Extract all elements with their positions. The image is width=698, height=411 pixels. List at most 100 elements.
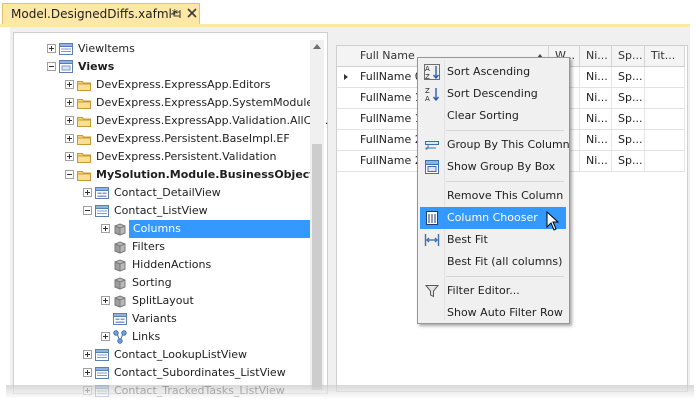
- tree-node[interactable]: Views: [47, 58, 347, 76]
- menu-separator: [446, 276, 564, 277]
- window-shadow: [6, 385, 694, 399]
- scroll-up-arrow-icon[interactable]: [313, 44, 321, 49]
- detail-view-icon: [94, 185, 110, 201]
- tree-node-label: Sorting: [132, 276, 172, 289]
- table-cell[interactable]: Ni...: [580, 88, 612, 108]
- column-header[interactable]: Tit...: [645, 46, 685, 66]
- expand-plus-icon[interactable]: [65, 116, 74, 125]
- expand-plus-icon[interactable]: [101, 296, 110, 305]
- svg-text:Z: Z: [425, 73, 430, 80]
- tree-node-label: Links: [132, 330, 161, 343]
- tree-node[interactable]: ViewItems: [47, 40, 347, 58]
- svg-text:A: A: [425, 65, 430, 73]
- menu-item-label: Group By This Column: [447, 138, 570, 151]
- expand-plus-icon[interactable]: [101, 332, 110, 341]
- table-cell[interactable]: Ni...: [580, 151, 612, 171]
- column-chooser-icon: [424, 210, 440, 226]
- folder-icon: [76, 131, 92, 147]
- menu-item-label: Filter Editor...: [447, 284, 520, 297]
- tree-vertical-scrollbar[interactable]: [310, 40, 324, 390]
- filter-icon: [424, 283, 440, 299]
- scrollbar-thumb[interactable]: [312, 144, 322, 390]
- expand-plus-icon[interactable]: [83, 368, 92, 377]
- tree-node-label: DevExpress.ExpressApp.SystemModule: [96, 96, 314, 109]
- cube-icon: [112, 293, 128, 309]
- folder-icon: [76, 167, 92, 183]
- document-tab[interactable]: Model.DesignedDiffs.xafml*: [2, 3, 200, 25]
- menu-item-group-by-this-column[interactable]: Group By This Column: [420, 134, 570, 156]
- menu-item-column-chooser[interactable]: Column Chooser: [420, 207, 566, 229]
- menu-item-label: Clear Sorting: [447, 109, 519, 122]
- pin-icon[interactable]: [171, 8, 183, 20]
- expand-plus-icon[interactable]: [65, 80, 74, 89]
- table-cell[interactable]: Sp...: [612, 130, 645, 150]
- list-view-icon: [94, 347, 110, 363]
- column-context-menu: A Z Sort Ascending Z A Sort Descending Clear S…: [417, 57, 570, 324]
- expand-plus-icon[interactable]: [101, 224, 110, 233]
- close-icon[interactable]: [187, 8, 197, 18]
- table-cell[interactable]: Ni...: [580, 109, 612, 129]
- expand-plus-icon[interactable]: [83, 350, 92, 359]
- menu-item-show-group-by-box[interactable]: Show Group By Box: [420, 156, 566, 178]
- menu-separator: [446, 181, 564, 182]
- table-cell[interactable]: Sp...: [612, 88, 645, 108]
- document-tab-title: Model.DesignedDiffs.xafml*: [11, 7, 178, 21]
- expand-plus-icon[interactable]: [65, 152, 74, 161]
- tree-node-label: Contact_DetailView: [114, 186, 221, 199]
- folder-icon: [76, 113, 92, 129]
- menu-item-remove-this-column[interactable]: Remove This Column: [420, 185, 566, 207]
- group-by-column-icon: [424, 137, 440, 153]
- table-cell[interactable]: Sp...: [612, 109, 645, 129]
- menu-item-show-auto-filter-row[interactable]: Show Auto Filter Row: [420, 302, 566, 324]
- expand-plus-icon[interactable]: [65, 98, 74, 107]
- tree-node-label: Contact_Subordinates_ListView: [114, 366, 286, 379]
- menu-item-best-fit-all-columns[interactable]: Best Fit (all columns): [420, 251, 566, 273]
- table-cell[interactable]: [645, 130, 685, 150]
- folder-icon: [76, 77, 92, 93]
- table-cell[interactable]: [645, 109, 685, 129]
- table-cell[interactable]: [645, 151, 685, 171]
- column-header[interactable]: Ni...: [580, 46, 612, 66]
- table-cell[interactable]: [645, 67, 685, 87]
- menu-item-clear-sorting[interactable]: Clear Sorting: [420, 105, 566, 127]
- table-cell[interactable]: Sp...: [612, 67, 645, 87]
- links-icon: [112, 329, 128, 345]
- list-view-icon: [94, 365, 110, 381]
- tree-node-label: Variants: [132, 312, 177, 325]
- sort-ascending-icon: AZ: [424, 64, 440, 81]
- table-cell[interactable]: [645, 88, 685, 108]
- collapse-minus-icon[interactable]: [47, 62, 56, 71]
- focused-row-indicator-icon: [337, 67, 353, 87]
- collapse-minus-icon[interactable]: [83, 206, 92, 215]
- menu-item-filter-editor[interactable]: Filter Editor...: [420, 280, 566, 302]
- menu-item-label: Sort Ascending: [447, 65, 531, 78]
- best-fit-icon: [424, 232, 440, 248]
- document-tab-strip: Model.DesignedDiffs.xafml*: [0, 0, 690, 25]
- menu-item-sort-ascending[interactable]: A Z Sort Ascending: [420, 61, 566, 83]
- menu-item-label: Sort Descending: [447, 87, 538, 100]
- list-view-icon: [94, 203, 110, 219]
- tree-node-label: Contact_ListView: [114, 204, 208, 217]
- menu-item-best-fit[interactable]: Best Fit: [420, 229, 566, 251]
- menu-item-label: Best Fit: [447, 233, 488, 246]
- table-cell[interactable]: Sp...: [612, 151, 645, 171]
- cube-icon: [112, 221, 128, 237]
- collapse-minus-icon[interactable]: [65, 170, 74, 179]
- tree-node-label: Views: [78, 60, 115, 73]
- tree-node-label: ViewItems: [78, 42, 135, 55]
- menu-item-sort-descending[interactable]: Z A Sort Descending: [420, 83, 566, 105]
- cube-icon: [112, 275, 128, 291]
- svg-text:Z: Z: [425, 87, 430, 95]
- folder-icon: [76, 149, 92, 165]
- expand-plus-icon[interactable]: [83, 188, 92, 197]
- tree-node-label: MySolution.Module.BusinessObjects: [96, 168, 322, 181]
- menu-item-label: Column Chooser: [447, 211, 538, 224]
- expand-plus-icon[interactable]: [65, 134, 74, 143]
- table-cell[interactable]: Ni...: [580, 130, 612, 150]
- mouse-cursor-icon: [546, 211, 560, 231]
- menu-item-label: Best Fit (all columns): [447, 255, 563, 268]
- column-header[interactable]: Sp...: [612, 46, 645, 66]
- table-cell[interactable]: Ni...: [580, 67, 612, 87]
- group-by-box-icon: [424, 159, 440, 175]
- expand-plus-icon[interactable]: [47, 44, 56, 53]
